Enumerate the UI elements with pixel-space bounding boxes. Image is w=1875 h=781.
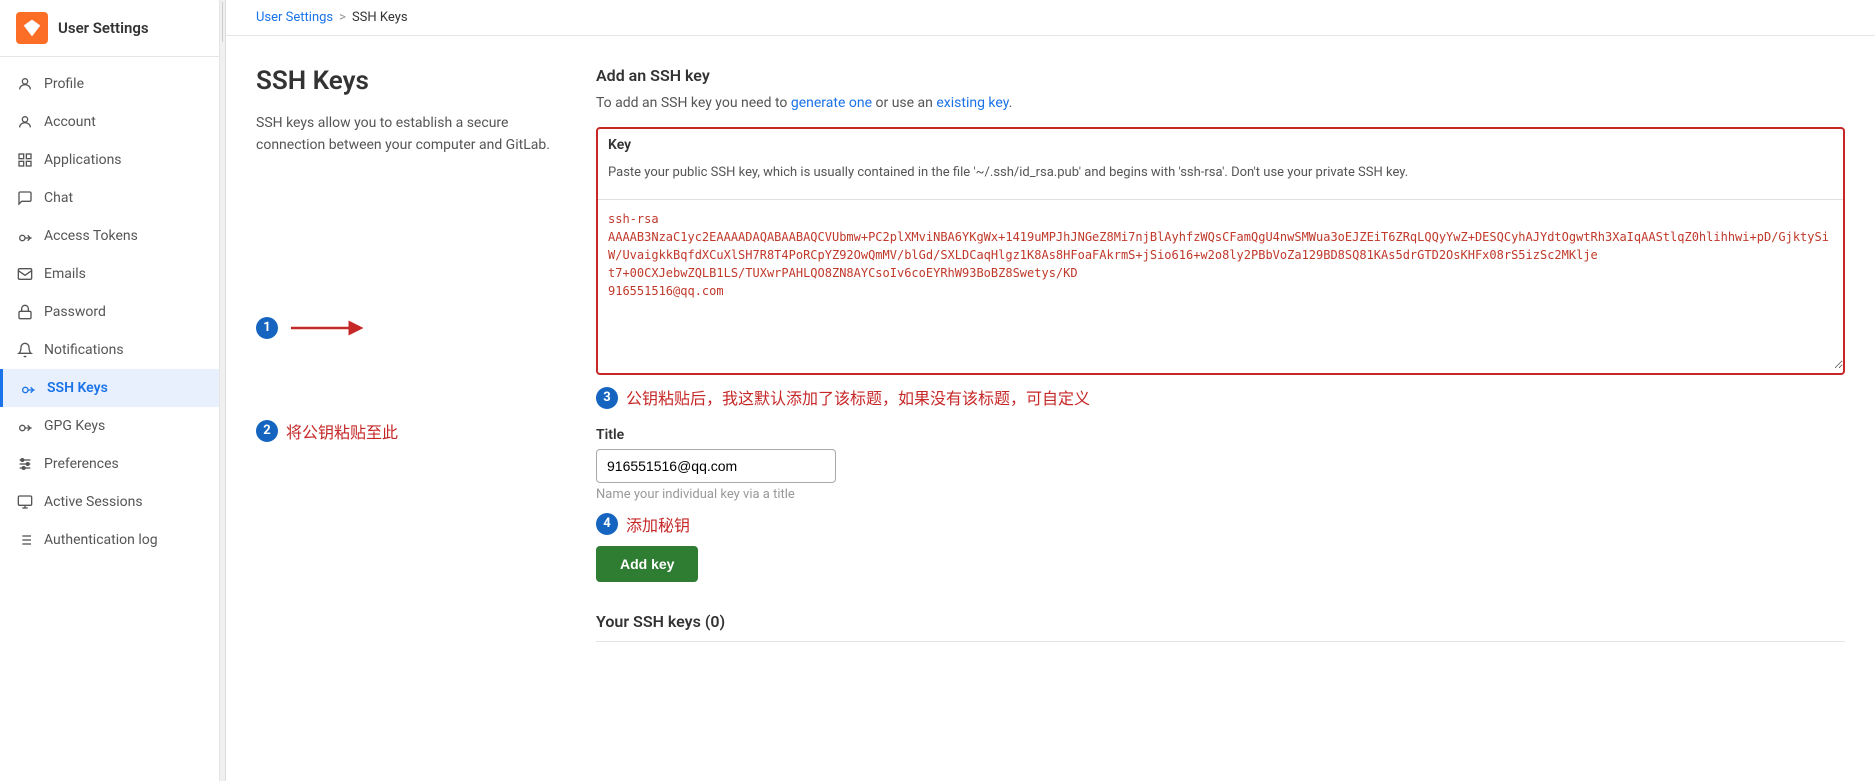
bubble-4: 4 [596, 513, 618, 535]
key-hint: Paste your public SSH key, which is usua… [598, 163, 1843, 189]
chat-label: Chat [44, 190, 73, 206]
password-label: Password [44, 304, 106, 320]
sidebar-item-password[interactable]: Password [0, 293, 219, 331]
ssh-key-textarea[interactable] [598, 199, 1843, 369]
person-icon [16, 75, 34, 93]
account-label: Account [44, 114, 96, 130]
profile-label: Profile [44, 76, 84, 92]
auth-log-label: Authentication log [44, 532, 158, 548]
grid-icon [16, 151, 34, 169]
bubble-2: 2 [256, 420, 278, 442]
sidebar-item-ssh-keys[interactable]: SSH Keys [0, 369, 219, 407]
sidebar: User Settings Profile Account Applicatio… [0, 0, 220, 781]
applications-label: Applications [44, 152, 122, 168]
lock-icon [16, 303, 34, 321]
sidebar-item-profile[interactable]: Profile [0, 65, 219, 103]
annotation-1: 1 [256, 317, 576, 339]
key-label: Key [598, 129, 1843, 157]
keys-divider [596, 641, 1845, 642]
annotation-4-text: 添加秘钥 [626, 512, 690, 536]
sidebar-item-active-sessions[interactable]: Active Sessions [0, 483, 219, 521]
right-panel: Add an SSH key To add an SSH key you nee… [596, 66, 1845, 642]
add-ssh-desc-before: To add an SSH key you need to [596, 95, 791, 111]
breadcrumb: User Settings > SSH Keys [226, 0, 1875, 36]
gpg-keys-label: GPG Keys [44, 418, 105, 434]
sidebar-item-applications[interactable]: Applications [0, 141, 219, 179]
active-sessions-label: Active Sessions [44, 494, 143, 510]
key-field-container: Key Paste your public SSH key, which is … [596, 127, 1845, 375]
annotation-3: 3 公钥粘贴后，我这默认添加了该标题，如果没有该标题，可自定义 [596, 385, 1845, 409]
sidebar-item-chat[interactable]: Chat [0, 179, 219, 217]
your-ssh-keys-title: Your SSH keys (0) [596, 612, 1845, 631]
ssh-key-icon [19, 379, 37, 397]
emails-label: Emails [44, 266, 86, 282]
bubble-1: 1 [256, 317, 278, 339]
breadcrumb-current: SSH Keys [352, 10, 408, 25]
add-ssh-desc: To add an SSH key you need to generate o… [596, 95, 1845, 111]
sidebar-item-preferences[interactable]: Preferences [0, 445, 219, 483]
access-tokens-icon [16, 227, 34, 245]
sidebar-header: User Settings [0, 0, 219, 57]
sidebar-item-notifications[interactable]: Notifications [0, 331, 219, 369]
access-tokens-label: Access Tokens [44, 228, 138, 244]
page-description: SSH keys allow you to establish a secure… [256, 112, 576, 157]
add-key-button[interactable]: Add key [596, 546, 698, 582]
arrow-1 [286, 318, 366, 338]
add-ssh-desc-middle: or use an [872, 95, 936, 111]
breadcrumb-separator: > [339, 10, 346, 25]
gpg-key-icon [16, 417, 34, 435]
breadcrumb-parent[interactable]: User Settings [256, 10, 333, 25]
title-hint: Name your individual key via a title [596, 487, 1845, 502]
left-panel: SSH Keys SSH keys allow you to establish… [256, 66, 596, 642]
page-title: SSH Keys [256, 66, 576, 96]
sidebar-item-gpg-keys[interactable]: GPG Keys [0, 407, 219, 445]
main-content: User Settings > SSH Keys SSH Keys SSH ke… [226, 0, 1875, 781]
preferences-label: Preferences [44, 456, 119, 472]
annotation-3-text: 公钥粘贴后，我这默认添加了该标题，如果没有该标题，可自定义 [626, 385, 1090, 409]
sidebar-item-access-tokens[interactable]: Access Tokens [0, 217, 219, 255]
account-icon [16, 113, 34, 131]
title-section: Title Name your individual key via a tit… [596, 427, 1845, 502]
sidebar-nav: Profile Account Applications Chat [0, 57, 219, 781]
add-ssh-desc-after: . [1009, 95, 1013, 111]
add-ssh-title: Add an SSH key [596, 66, 1845, 85]
bubble-3: 3 [596, 387, 618, 409]
sidebar-item-account[interactable]: Account [0, 103, 219, 141]
bell-icon [16, 341, 34, 359]
title-label: Title [596, 427, 1845, 443]
app-title: User Settings [58, 19, 149, 37]
app-logo [16, 12, 48, 44]
notifications-label: Notifications [44, 342, 124, 358]
chat-icon [16, 189, 34, 207]
generate-link[interactable]: generate one [791, 95, 872, 111]
sliders-icon [16, 455, 34, 473]
email-icon [16, 265, 34, 283]
monitor-icon [16, 493, 34, 511]
annotation-4: 4 添加秘钥 [596, 512, 1845, 536]
list-icon [16, 531, 34, 549]
existing-link[interactable]: existing key [936, 95, 1008, 111]
title-input[interactable] [596, 449, 836, 483]
annotation-2-text: 将公钥粘贴至此 [286, 419, 398, 443]
annotation-2: 2 将公钥粘贴至此 [256, 419, 576, 443]
sidebar-item-emails[interactable]: Emails [0, 255, 219, 293]
ssh-keys-label: SSH Keys [47, 380, 108, 396]
sidebar-item-authentication-log[interactable]: Authentication log [0, 521, 219, 559]
